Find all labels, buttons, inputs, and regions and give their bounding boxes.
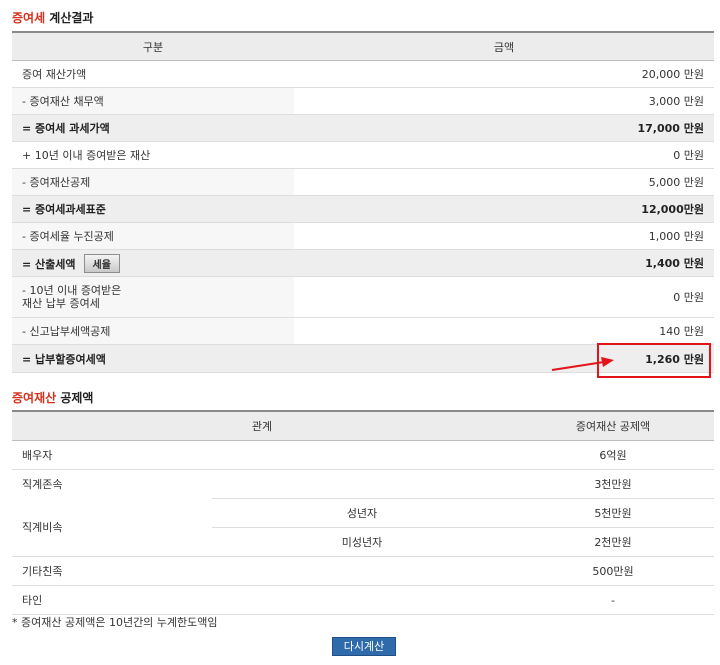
footnote: * 증여재산 공제액은 10년간의 누계한도액임 <box>12 616 218 629</box>
result-title-accent: 증여세 <box>12 11 46 25</box>
table-row: 배우자 6억원 <box>12 440 714 470</box>
deduction-table: 관계 증여재산 공제액 배우자 6억원 직계존속 3천만원 직계비속 성년자 5… <box>12 410 714 615</box>
table-row: - 증여세율 누진공제 1,000 만원 <box>12 222 714 250</box>
deduction-amount-cell: 500만원 <box>512 556 714 586</box>
row-value: 12,000만원 <box>294 195 714 223</box>
table-row: 증여 재산가액 20,000 만원 <box>12 60 714 88</box>
relation-sub-cell <box>212 469 512 499</box>
row-value: 1,400 만원 <box>294 249 714 277</box>
table-row: - 신고납부세액공제 140 만원 <box>12 317 714 345</box>
table-row: - 10년 이내 증여받은 재산 납부 증여세 0 만원 <box>12 276 714 318</box>
row-value: 0 만원 <box>294 276 714 318</box>
result-title-text: 계산결과 <box>45 11 94 25</box>
row-label-line: - 10년 이내 증여받은 <box>22 284 122 297</box>
row-value: 5,000 만원 <box>294 168 714 196</box>
row-label: - 증여재산공제 <box>12 168 294 196</box>
row-value: 17,000 만원 <box>294 114 714 142</box>
row-label: - 신고납부세액공제 <box>12 317 294 345</box>
deduction-amount-cell: 3천만원 <box>512 469 714 499</box>
row-label: - 증여재산 채무액 <box>12 87 294 115</box>
row-label: - 10년 이내 증여받은 재산 납부 증여세 <box>12 276 294 318</box>
result-header-row: 구분 금액 <box>12 32 714 61</box>
relation-cell: 직계존속 <box>22 478 63 492</box>
result-table: 구분 금액 증여 재산가액 20,000 만원 - 증여재산 채무액 3,000… <box>12 31 714 373</box>
relation-cell: 배우자 <box>12 440 512 470</box>
deduction-header-row: 관계 증여재산 공제액 <box>12 411 714 441</box>
row-value: 0 만원 <box>294 141 714 169</box>
table-row: 타인 - <box>12 585 714 615</box>
row-label-with-button: = 산출세액 세율 <box>12 249 294 277</box>
header-deduction-amount: 증여재산 공제액 <box>512 411 714 441</box>
deduction-amount-cell: 2천만원 <box>512 527 714 557</box>
row-value: 1,000 만원 <box>294 222 714 250</box>
row-value: 3,000 만원 <box>294 87 714 115</box>
deduction-amount-cell: - <box>512 585 714 615</box>
relation-sub-cell: 미성년자 <box>212 527 512 557</box>
tax-rate-button[interactable]: 세율 <box>83 253 120 273</box>
row-value: 140 만원 <box>294 317 714 345</box>
row-label: + 10년 이내 증여받은 재산 <box>12 141 294 169</box>
row-label: = 산출세액 <box>22 257 76 271</box>
table-row: = 증여세 과세가액 17,000 만원 <box>12 114 714 142</box>
relation-cell: 기타친족 <box>12 556 512 586</box>
result-title: 증여세 계산결과 <box>12 9 93 26</box>
row-value: 20,000 만원 <box>294 60 714 88</box>
header-category: 구분 <box>12 32 294 61</box>
recalculate-button[interactable]: 다시계산 <box>332 637 396 656</box>
table-row: 직계존속 3천만원 <box>12 469 714 499</box>
row-label: = 납부할증여세액 <box>12 344 294 373</box>
row-label: - 증여세율 누진공제 <box>12 222 294 250</box>
deduction-title: 증여재산 공제액 <box>12 389 93 406</box>
table-row: 직계비속 성년자 5천만원 <box>12 498 714 557</box>
relation-cell: 타인 <box>12 585 512 615</box>
table-row: + 10년 이내 증여받은 재산 0 만원 <box>12 141 714 169</box>
table-row: - 증여재산 채무액 3,000 만원 <box>12 87 714 115</box>
table-row: = 증여세과세표준 12,000만원 <box>12 195 714 223</box>
table-row: - 증여재산공제 5,000 만원 <box>12 168 714 196</box>
deduction-title-accent: 증여재산 <box>12 391 57 405</box>
table-row: 기타친족 500만원 <box>12 556 714 586</box>
deduction-amount-cell: 6억원 <box>512 440 714 470</box>
relation-cell: 직계비속 <box>12 498 212 557</box>
deduction-title-text: 공제액 <box>56 391 94 405</box>
relation-sub-cell: 성년자 <box>212 498 512 528</box>
highlight-box <box>597 343 711 378</box>
header-relation: 관계 <box>12 411 512 441</box>
row-label: 증여 재산가액 <box>12 60 294 88</box>
deduction-amount-cell: 5천만원 <box>512 498 714 528</box>
row-label-line: 재산 납부 증여세 <box>22 297 100 310</box>
row-label: = 증여세과세표준 <box>12 195 294 223</box>
header-amount: 금액 <box>294 32 714 61</box>
table-row: = 산출세액 세율 1,400 만원 <box>12 249 714 277</box>
row-label: = 증여세 과세가액 <box>12 114 294 142</box>
